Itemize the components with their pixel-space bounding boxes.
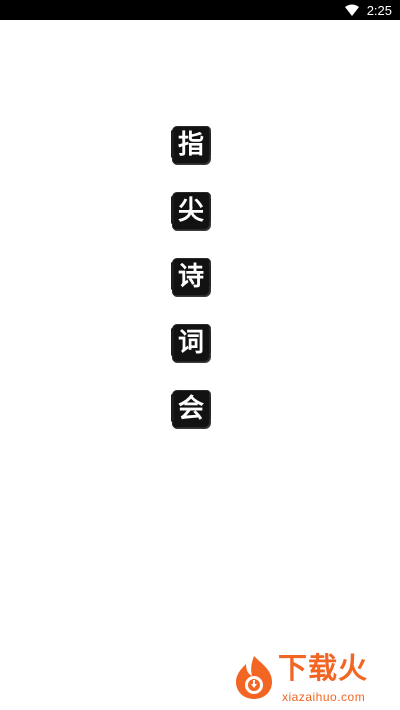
status-time: 2:25 xyxy=(366,2,392,18)
seal-char-2: 尖 xyxy=(171,193,211,229)
status-bar: 2:25 xyxy=(0,0,400,20)
app-title-seals: 指 尖 诗 词 会 xyxy=(171,127,211,457)
seal-char-text: 会 xyxy=(177,394,204,424)
seal-char-text: 指 xyxy=(177,130,204,160)
watermark-domain: xiazaihuo.com xyxy=(282,690,366,704)
seal-char-text: 尖 xyxy=(177,196,204,226)
watermark-brand: 下载火 xyxy=(278,651,369,685)
seal-char-text: 词 xyxy=(177,328,204,358)
seal-char-1: 指 xyxy=(171,127,211,163)
seal-char-5: 会 xyxy=(171,391,211,427)
seal-char-4: 词 xyxy=(171,325,211,361)
watermark: 下载火 xiazaihuo.com xyxy=(232,652,394,710)
seal-char-3: 诗 xyxy=(171,259,211,295)
seal-char-text: 诗 xyxy=(177,262,204,292)
flame-logo-icon xyxy=(236,656,272,699)
wifi-icon xyxy=(344,4,359,16)
